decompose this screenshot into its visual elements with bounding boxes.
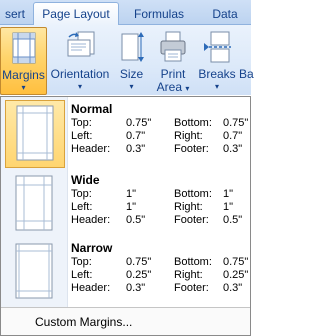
size-label: Size: [119, 67, 144, 81]
ribbon-page-setup-group: Margins ▾ Orientation ▾ Size ▾ Print Are…: [0, 25, 254, 95]
margin-preset-normal[interactable]: Normal Top: 0.75" Bottom: 0.75" Left: 0.…: [1, 100, 250, 168]
breaks-label: Breaks: [198, 67, 236, 81]
print-area-label-line2: Area ▾: [156, 80, 190, 94]
tab-page-layout[interactable]: Page Layout: [33, 2, 119, 26]
print-area-button[interactable]: Print Area ▾: [152, 27, 194, 93]
breaks-icon: [202, 31, 232, 66]
background-button[interactable]: Ba: [239, 27, 259, 93]
normal-margins-page-icon: [16, 105, 54, 166]
size-button[interactable]: Size ▾: [115, 27, 148, 93]
tab-data[interactable]: Data: [205, 4, 245, 24]
background-label: Ba: [239, 67, 254, 81]
tab-insert[interactable]: sert: [0, 4, 32, 24]
tab-formulas[interactable]: Formulas: [126, 4, 192, 24]
margins-dropdown-arrow-icon: ▾: [21, 83, 26, 92]
preset-thumb-area: [5, 239, 63, 305]
margin-preset-narrow[interactable]: Narrow Top: 0.75" Bottom: 0.75" Left: 0.…: [1, 239, 250, 305]
print-area-icon: [158, 31, 188, 66]
orientation-icon: [64, 31, 96, 66]
preset-highlight: [5, 100, 65, 168]
ribbon-tab-strip: sert Page Layout Formulas Data: [0, 0, 251, 26]
narrow-margins-page-icon: [15, 243, 53, 304]
custom-margins-menu-item[interactable]: Custom Margins...: [1, 308, 250, 335]
preset-thumb-area: [5, 171, 63, 237]
size-dropdown-arrow-icon: ▾: [129, 82, 134, 91]
wide-margins-page-icon: [15, 175, 53, 236]
print-area-label: Print: [160, 67, 186, 81]
breaks-button[interactable]: Breaks ▾: [196, 27, 238, 93]
custom-margins-label: Custom Margins...: [35, 315, 133, 329]
orientation-label: Orientation: [50, 67, 110, 81]
margin-preset-wide[interactable]: Wide Top: 1" Bottom: 1" Left: 1" Right: …: [1, 171, 250, 237]
breaks-dropdown-arrow-icon: ▾: [214, 82, 219, 91]
preset-name: Narrow: [71, 241, 113, 255]
size-icon: [119, 31, 145, 66]
margins-button[interactable]: Margins ▾: [0, 27, 47, 95]
preset-name: Normal: [71, 102, 113, 116]
margins-dropdown-menu: Normal Top: 0.75" Bottom: 0.75" Left: 0.…: [0, 96, 251, 336]
orientation-button[interactable]: Orientation ▾: [47, 27, 113, 93]
margins-icon: [10, 32, 38, 67]
preset-name: Wide: [71, 173, 100, 187]
orientation-dropdown-arrow-icon: ▾: [77, 82, 82, 91]
margins-label: Margins: [2, 68, 45, 82]
